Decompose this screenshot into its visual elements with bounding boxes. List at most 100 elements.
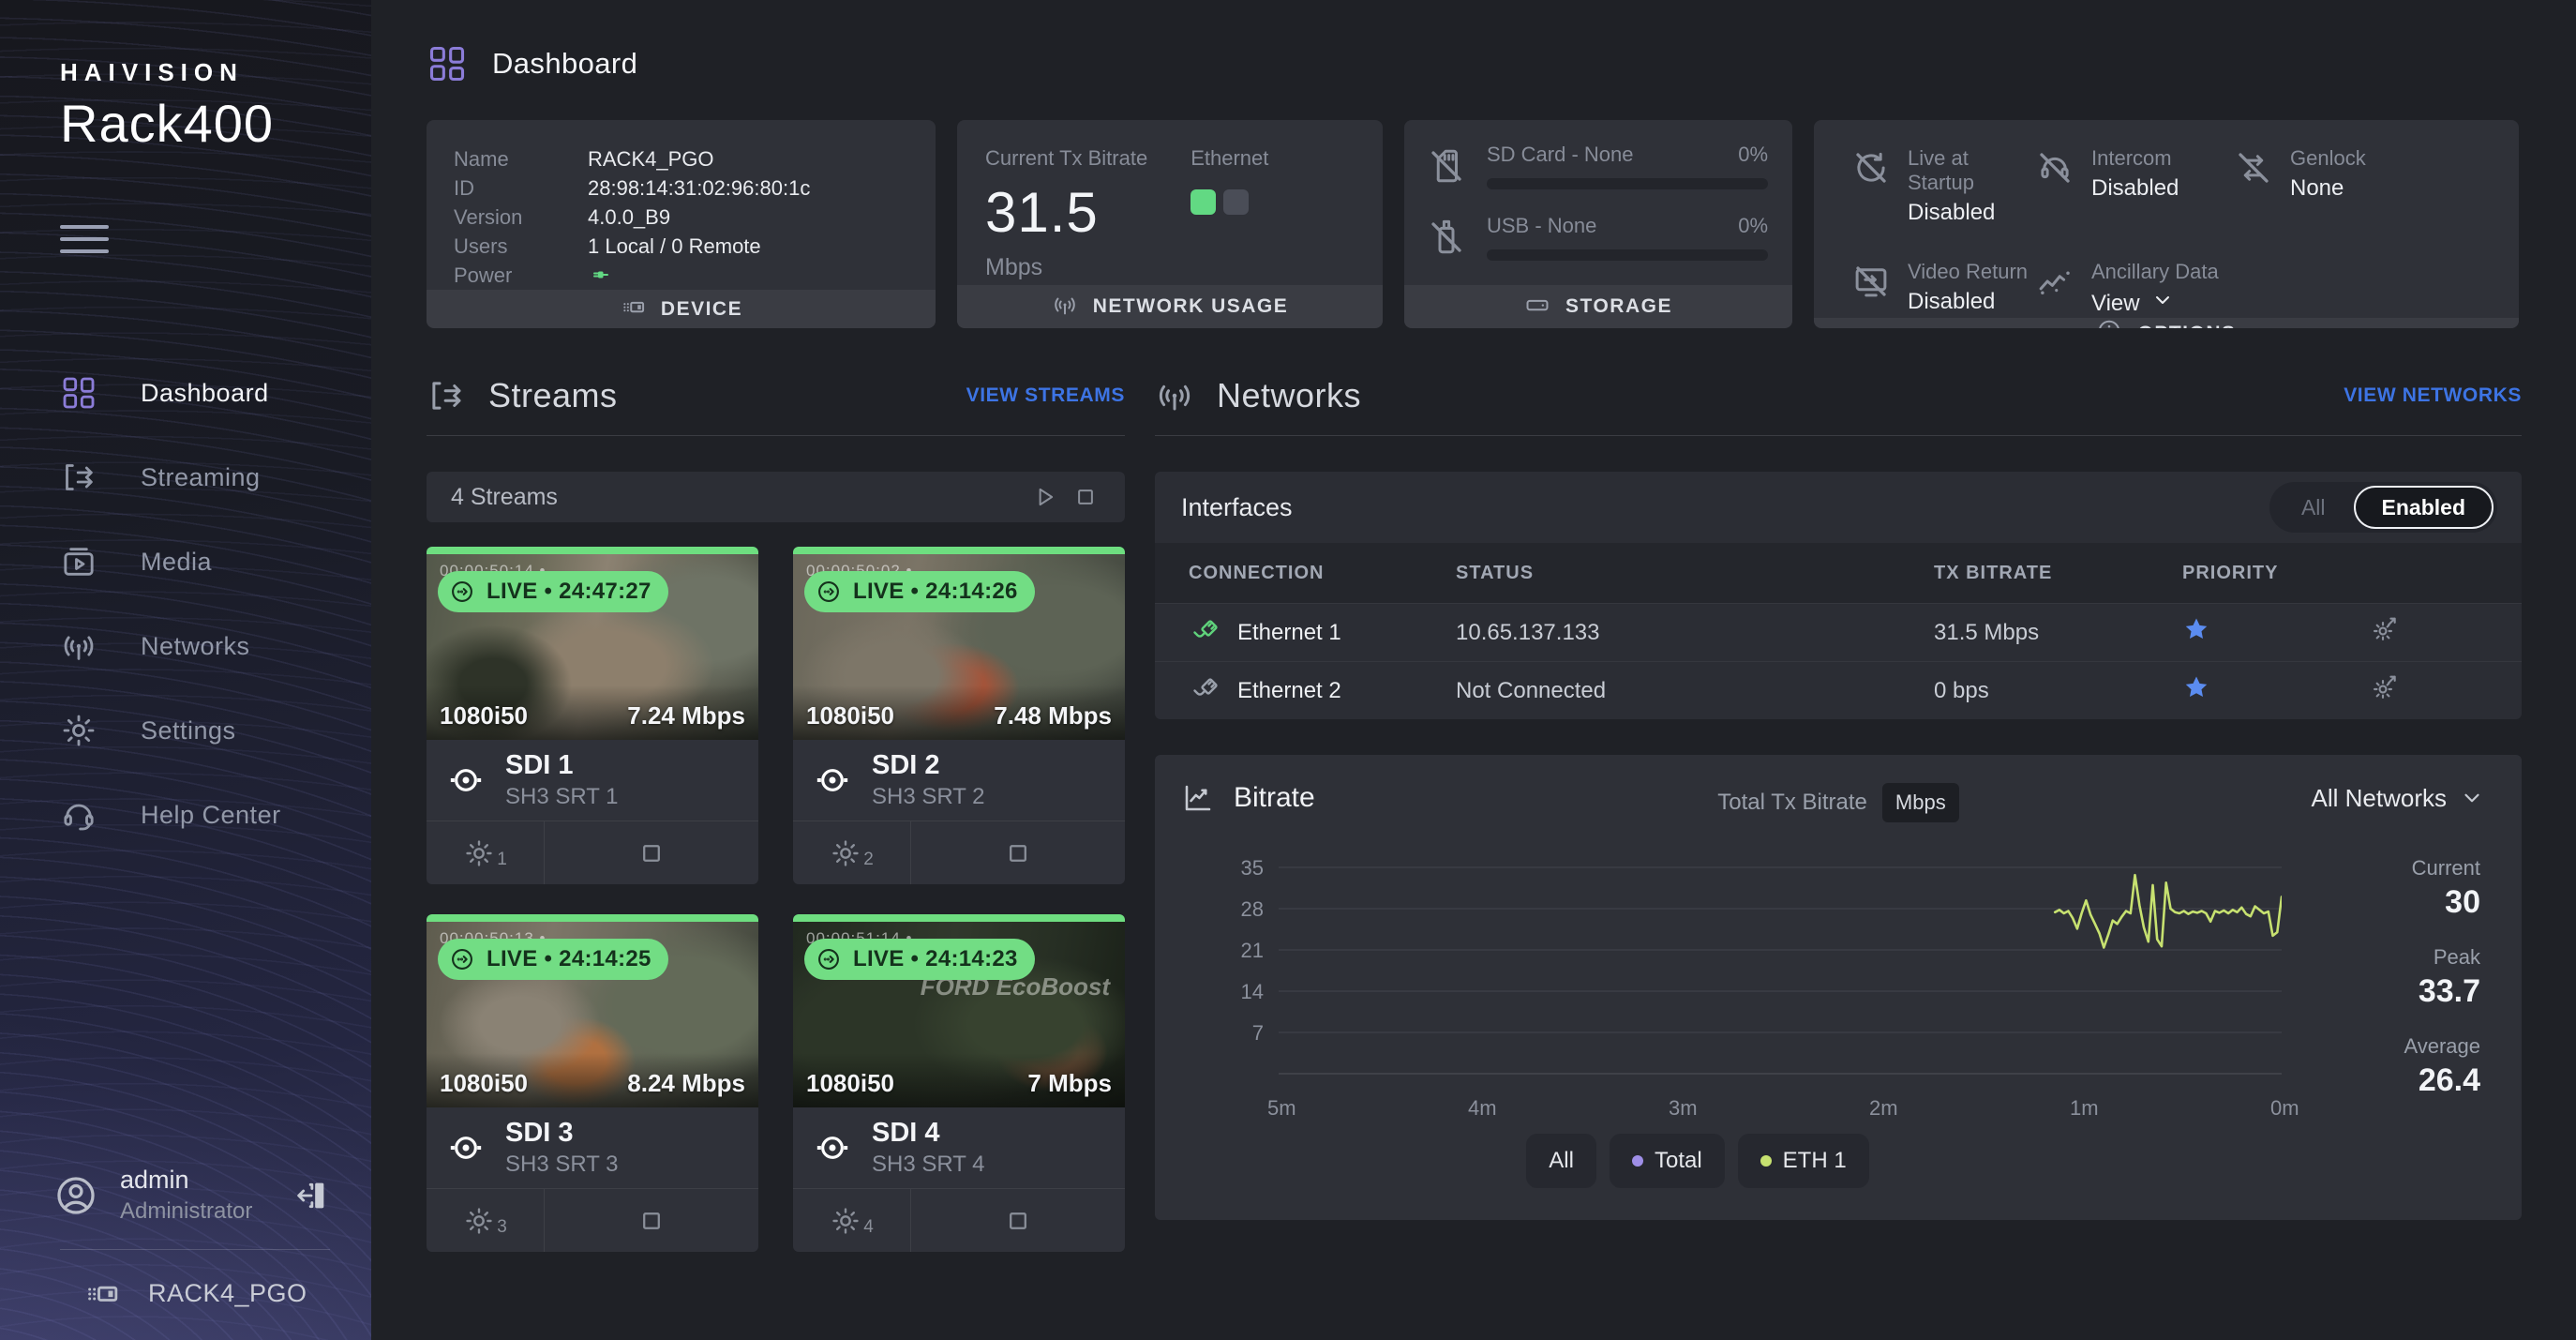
sidebar-item-streaming[interactable]: Streaming — [0, 435, 371, 519]
stream-thumbnail[interactable]: 00:00:50:13 • LIVE • 24:14:25 1080i50 8.… — [427, 922, 758, 1107]
stat-average: Average 26.4 — [2293, 1034, 2480, 1099]
ethernet-label: Ethernet — [1191, 146, 1268, 171]
sidebar-item-networks[interactable]: Networks — [0, 604, 371, 688]
sd-card-off-icon — [1427, 146, 1466, 186]
legend-all[interactable]: All — [1526, 1134, 1596, 1188]
user-row[interactable]: admin Administrator — [54, 1166, 330, 1225]
app-root: HAIVISION Rack400 Dashboard Streaming Me… — [0, 0, 2576, 1340]
stream-stop-button[interactable] — [911, 821, 1125, 884]
stop-all-streams-button[interactable] — [1065, 476, 1106, 518]
storage-card-footer[interactable]: STORAGE — [1404, 285, 1792, 328]
stream-name: SDI 2 — [872, 750, 985, 781]
stream-live-icon — [449, 946, 475, 972]
column-header-priority: PRIORITY — [2182, 563, 2370, 584]
tx-bitrate-value: 31.5 — [985, 180, 1147, 245]
networks-section: Networks VIEW NETWORKS Interfaces AllEna… — [1155, 369, 2522, 1252]
stream-settings-button[interactable]: 2 — [793, 821, 911, 884]
stream-resolution: 1080i50 — [806, 701, 894, 730]
sidebar-item-media[interactable]: Media — [0, 519, 371, 604]
stream-thumbnail[interactable]: 00:00:50:02 • LIVE • 24:14:26 1080i50 7.… — [793, 554, 1125, 740]
stream-source: SH3 SRT 2 — [872, 784, 985, 810]
legend-total[interactable]: Total — [1610, 1134, 1725, 1188]
interfaces-toggle-all[interactable]: All — [2273, 495, 2354, 520]
interface-name: Ethernet 1 — [1237, 620, 1341, 646]
chevron-down-icon[interactable] — [2151, 289, 2174, 318]
interface-name: Ethernet 2 — [1237, 678, 1341, 704]
video-return-off-icon — [1851, 262, 1891, 301]
sidebar-item-help-center[interactable]: Help Center — [0, 773, 371, 857]
view-streams-link[interactable]: VIEW STREAMS — [966, 384, 1125, 407]
stream-stop-button[interactable] — [545, 821, 758, 884]
stream-name: SDI 3 — [505, 1118, 619, 1149]
bitrate-chart: 3528211475m4m3m2m1m0m — [1189, 860, 2212, 1141]
device-icon — [82, 1274, 120, 1312]
interface-settings-icon[interactable] — [2370, 614, 2522, 651]
stream-resolution: 1080i50 — [806, 1069, 894, 1098]
sidebar-item-settings[interactable]: Settings — [0, 688, 371, 773]
device-card-footer[interactable]: DEVICE — [427, 290, 936, 328]
page-header: Dashboard — [427, 36, 2522, 92]
stream-settings-button[interactable]: 3 — [427, 1189, 545, 1252]
interfaces-toggle-enabled[interactable]: Enabled — [2354, 486, 2494, 529]
x-axis-tick: 5m — [1267, 1096, 1296, 1121]
media-icon — [60, 543, 97, 580]
user-role: Administrator — [120, 1198, 292, 1225]
unit-toggle-button[interactable]: Mbps — [1882, 783, 1959, 822]
interface-status: 10.65.137.133 — [1456, 620, 1934, 646]
live-badge: LIVE • 24:14:23 — [804, 939, 1035, 980]
network-usage-card-footer[interactable]: NETWORK USAGE — [957, 285, 1383, 328]
stream-thumbnail[interactable]: 00:00:51:14 • FORD EcoBoost LIVE • 24:14… — [793, 922, 1125, 1107]
stream-info: SDI 1 SH3 SRT 1 — [427, 740, 758, 821]
avatar-icon — [54, 1174, 97, 1217]
interface-settings-icon[interactable] — [2370, 672, 2522, 709]
metric-label: Total Tx Bitrate — [1717, 790, 1867, 816]
start-all-streams-button[interactable] — [1024, 476, 1065, 518]
stream-stop-button[interactable] — [911, 1189, 1125, 1252]
priority-star-icon[interactable] — [2182, 615, 2370, 650]
stream-channel-number: 1 — [497, 850, 507, 870]
options-card-footer[interactable]: OPTIONS — [1814, 318, 2519, 328]
sidebar-device-name: RACK4_PGO — [148, 1279, 307, 1308]
ethernet-port-up — [1191, 189, 1216, 215]
storage-progress-bar — [1487, 178, 1768, 189]
option-intercom: Intercom Disabled — [2035, 146, 2234, 226]
stream-live-icon — [816, 579, 842, 605]
device-info-row: Power — [454, 261, 936, 290]
network-usage-footer-icon — [1052, 292, 1078, 323]
live-badge-text: LIVE • 24:14:23 — [853, 946, 1018, 972]
storage-percent: 0% — [1738, 143, 1768, 167]
priority-star-icon[interactable] — [2182, 673, 2370, 708]
stream-settings-button[interactable]: 1 — [427, 821, 545, 884]
storage-footer-icon — [1524, 292, 1550, 323]
view-networks-link[interactable]: VIEW NETWORKS — [2344, 384, 2522, 407]
sidebar-nav: Dashboard Streaming Media Networks Setti… — [0, 351, 371, 857]
stream-settings-button[interactable]: 4 — [793, 1189, 911, 1252]
interface-bitrate: 0 bps — [1934, 678, 2182, 704]
help-icon — [60, 796, 97, 834]
legend-eth-1[interactable]: ETH 1 — [1738, 1134, 1869, 1188]
chart-legend: All Total ETH 1 — [1155, 1134, 2240, 1188]
sidebar-device-row[interactable]: RACK4_PGO — [54, 1274, 330, 1312]
divider — [60, 1249, 330, 1250]
bitrate-stats: Current 30 Peak 33.7 Average 26.4 — [2293, 856, 2480, 1123]
y-axis-tick: 28 — [1189, 897, 1264, 922]
stream-source: SH3 SRT 4 — [872, 1152, 985, 1178]
stream-info: SDI 4 SH3 SRT 4 — [793, 1107, 1125, 1188]
option-video-return: Video Return Disabled — [1851, 260, 2035, 318]
column-header-tx-bitrate: TX BITRATE — [1934, 563, 2182, 584]
stream-thumbnail[interactable]: 00:00:50:14 • LIVE • 24:47:27 1080i50 7.… — [427, 554, 758, 740]
settings-icon — [60, 712, 97, 749]
device-info-row: ID 28:98:14:31:02:96:80:1c — [454, 173, 936, 203]
sidebar-item-dashboard[interactable]: Dashboard — [0, 351, 371, 435]
chart-icon — [1181, 781, 1215, 815]
stream-stop-button[interactable] — [545, 1189, 758, 1252]
logout-icon[interactable] — [292, 1177, 330, 1214]
stream-name: SDI 1 — [505, 750, 619, 781]
device-footer-icon — [620, 294, 646, 324]
streams-title: Streams — [488, 376, 966, 415]
option-ancillary-data: Ancillary Data View — [2035, 260, 2234, 318]
streams-count: 4 Streams — [451, 484, 1024, 511]
hamburger-menu-icon[interactable] — [60, 225, 109, 253]
network-filter-dropdown[interactable]: All Networks — [2312, 784, 2484, 813]
device-card: Name RACK4_PGO ID 28:98:14:31:02:96:80:1… — [427, 120, 936, 328]
